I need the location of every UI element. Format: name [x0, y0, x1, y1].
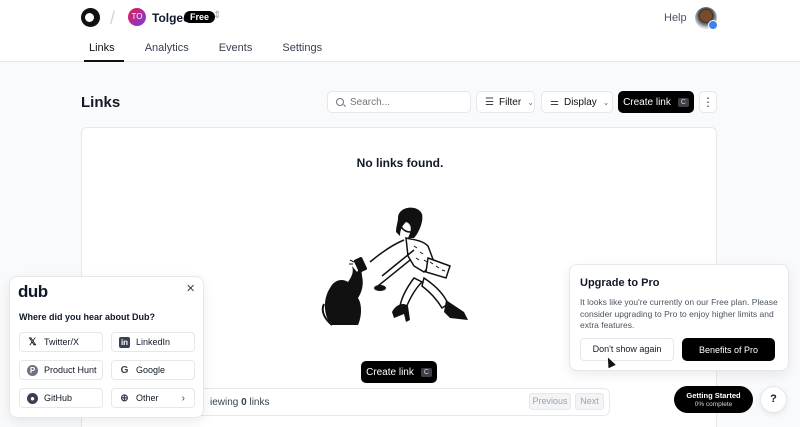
- survey-option-producthunt[interactable]: P Product Hunt: [19, 360, 103, 380]
- empty-state-title: No links found.: [356, 156, 444, 170]
- option-label: Twitter/X: [44, 337, 80, 347]
- close-icon[interactable]: ✕: [186, 282, 195, 295]
- survey-option-github[interactable]: ● GitHub: [19, 388, 103, 408]
- chevron-updown-icon[interactable]: ⇕: [213, 10, 221, 21]
- x-logo-icon: 𝕏: [28, 336, 37, 348]
- create-link-label: Create link: [366, 366, 414, 378]
- help-link[interactable]: Help: [664, 12, 687, 24]
- create-link-button[interactable]: Create link C: [618, 91, 694, 113]
- help-button[interactable]: ?: [760, 386, 787, 413]
- previous-page-button[interactable]: Previous: [529, 393, 571, 410]
- tab-links[interactable]: Links: [80, 38, 124, 62]
- workspace-avatar[interactable]: TO: [128, 8, 146, 26]
- chevron-right-icon: ›: [181, 392, 185, 404]
- option-label: Other: [136, 393, 159, 403]
- viewing-prefix: iewing: [210, 397, 239, 408]
- tab-analytics[interactable]: Analytics: [136, 38, 198, 62]
- create-link-label: Create link: [623, 96, 671, 108]
- search-input[interactable]: [327, 91, 471, 113]
- benefits-of-pro-button[interactable]: Benefits of Pro: [682, 338, 775, 361]
- linkedin-icon: in: [119, 336, 130, 348]
- empty-create-link-button[interactable]: Create link C: [361, 361, 437, 383]
- link-count: 0: [241, 397, 247, 408]
- sliders-icon: ⚌: [550, 96, 559, 108]
- survey-option-google[interactable]: G Google: [111, 360, 195, 380]
- getting-started-button[interactable]: Getting Started 0% complete: [674, 386, 753, 413]
- option-label: Product Hunt: [44, 365, 97, 375]
- dub-logo-icon[interactable]: [81, 8, 100, 27]
- filter-button[interactable]: ☰ Filter ⌄: [476, 91, 535, 113]
- plan-badge: Free: [184, 11, 216, 23]
- dont-show-again-button[interactable]: Don't show again: [580, 338, 674, 361]
- chevron-down-icon: ⌄: [527, 97, 534, 107]
- next-page-button[interactable]: Next: [575, 393, 604, 410]
- benefits-label: Benefits of Pro: [698, 344, 759, 355]
- dub-wordmark: dub: [18, 282, 48, 301]
- tab-bar: Links Analytics Events Settings: [80, 38, 343, 62]
- option-label: GitHub: [44, 393, 73, 403]
- upgrade-body: It looks like you're currently on our Fr…: [580, 297, 778, 330]
- github-icon: ●: [27, 392, 38, 404]
- survey-option-other[interactable]: ⊕ Other ›: [111, 388, 195, 408]
- filter-label: Filter: [498, 96, 522, 108]
- pagination-status: iewing 0 links: [210, 397, 270, 408]
- page-title: Links: [81, 94, 121, 111]
- more-options-icon[interactable]: ⋮: [699, 91, 717, 113]
- chevron-down-icon: ⌄: [602, 97, 610, 107]
- google-icon: G: [120, 364, 129, 376]
- separator: /: [110, 8, 116, 28]
- upgrade-title: Upgrade to Pro: [580, 277, 660, 289]
- globe-icon: ⊕: [120, 392, 129, 404]
- empty-state-illustration: [321, 207, 468, 326]
- getting-started-title: Getting Started: [686, 391, 741, 400]
- survey-option-twitter[interactable]: 𝕏 Twitter/X: [19, 332, 103, 352]
- survey-question: Where did you hear about Dub?: [19, 312, 156, 322]
- option-label: LinkedIn: [136, 337, 171, 347]
- user-avatar[interactable]: [695, 7, 718, 30]
- survey-option-linkedin[interactable]: in LinkedIn: [111, 332, 195, 352]
- tab-events[interactable]: Events: [210, 38, 262, 62]
- display-button[interactable]: ⚌ Display ⌄: [541, 91, 613, 113]
- getting-started-progress: 0% complete: [694, 401, 733, 408]
- option-label: Google: [136, 365, 166, 375]
- display-label: Display: [563, 96, 597, 108]
- filter-icon: ☰: [485, 96, 494, 108]
- search-icon: [336, 98, 344, 106]
- shortcut-key: C: [677, 97, 689, 107]
- shortcut-key: C: [420, 367, 432, 377]
- tab-settings[interactable]: Settings: [273, 38, 331, 62]
- viewing-suffix: links: [249, 397, 270, 408]
- producthunt-icon: P: [27, 364, 38, 376]
